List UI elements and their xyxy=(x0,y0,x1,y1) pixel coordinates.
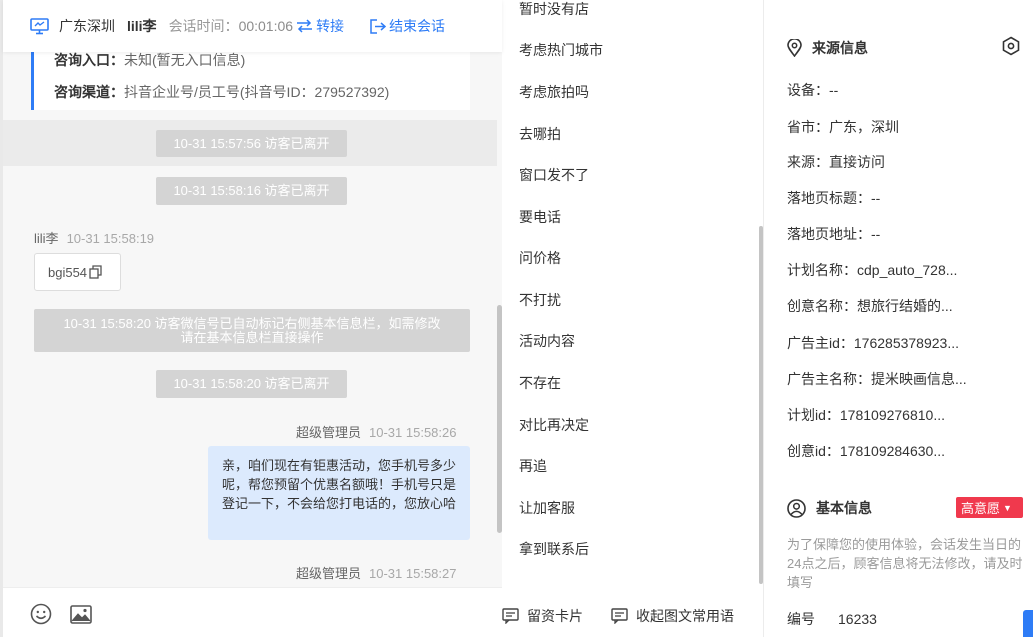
edit-deadline-notice: 为了保障您的使用体验，会话发生当日的24点之后，顾客信息将无法修改，请及时填写 xyxy=(787,537,1023,590)
phrase-scrollbar[interactable] xyxy=(759,226,763,584)
phrase-item[interactable]: 对比再决定 xyxy=(519,415,589,435)
visitor-message-time: 10-31 15:58:19 xyxy=(66,231,155,246)
consult-entry-value: 未知(暂无入口信息) xyxy=(124,52,246,68)
phrase-item[interactable]: 考虑旅拍吗 xyxy=(519,82,589,102)
agent-sender-line: 超级管理员 10-31 15:58:26 xyxy=(296,422,456,441)
creative-name: 创意名称：想旅行结婚的... xyxy=(787,298,953,314)
collapse-phrases-button[interactable]: 收起图文常用语 xyxy=(611,606,734,626)
system-message: 10-31 15:58:16 访客已离开 xyxy=(156,177,347,205)
transfer-button[interactable]: 转接 xyxy=(296,16,344,36)
location-pin-icon xyxy=(787,39,802,57)
user-circle-icon xyxy=(787,498,806,518)
phrase-item[interactable]: 不打扰 xyxy=(519,290,561,310)
copy-icon[interactable] xyxy=(89,265,103,279)
visitor-code-text: bgi554 xyxy=(48,264,88,280)
quick-phrase-panel: 暂时没有店 考虑热门城市 考虑旅拍吗 去哪拍 窗口发不了 要电话 问价格 不打扰… xyxy=(502,0,764,637)
phrase-item[interactable]: 考虑热门城市 xyxy=(519,40,603,60)
consult-entry-row: 咨询入口：未知(暂无入口信息) xyxy=(54,52,470,81)
session-timer-value: 00:01:06 xyxy=(238,18,294,34)
agent-sender-line: 超级管理员 10-31 15:58:27 xyxy=(296,563,456,582)
source-info-title-text: 来源信息 xyxy=(812,40,868,56)
transfer-label: 转接 xyxy=(316,18,345,34)
landing-page-url: 落地页地址：-- xyxy=(787,226,881,242)
message-list[interactable]: 咨询入口：未知(暂无入口信息) 咨询渠道：抖音企业号/员工号(抖音号ID：279… xyxy=(3,52,502,587)
phrase-item[interactable]: 去哪拍 xyxy=(519,124,561,144)
plan-name: 计划名称：cdp_auto_728... xyxy=(787,262,958,278)
visitor-name: lili李 xyxy=(127,18,157,34)
agent-sender-name: 超级管理员 xyxy=(296,425,362,440)
image-icon[interactable] xyxy=(70,604,92,626)
intent-level-dropdown[interactable]: 高意愿 ▼ xyxy=(956,497,1023,518)
source-info-title: 来源信息 xyxy=(787,38,868,58)
chat-workspace: 广东深圳 lili李 会话时间： 00:01:06 转接 结束会话 咨询入口：未… xyxy=(0,0,1033,637)
lead-card-label: 留资卡片 xyxy=(527,608,583,624)
system-wide-line-2: 请在基本信息栏直接操作 xyxy=(180,330,324,345)
message-icon xyxy=(611,608,628,624)
advertiser-id: 广告主id：176285378923... xyxy=(787,335,959,351)
phrase-item[interactable]: 窗口发不了 xyxy=(519,165,589,185)
system-message-wide: 10-31 15:58:20 访客微信号已自动标记右侧基本信息栏，如需修改 请在… xyxy=(34,309,470,352)
customer-number-value: 16233 xyxy=(838,611,877,627)
phrase-toolbar: 留资卡片 收起图文常用语 xyxy=(502,600,764,634)
session-timer-label: 会话时间： xyxy=(168,18,239,34)
phrase-item[interactable]: 问价格 xyxy=(519,248,561,268)
phrase-item[interactable]: 要电话 xyxy=(519,207,561,227)
landing-page-title: 落地页标题：-- xyxy=(787,190,881,206)
system-wide-line-1: 10-31 15:58:20 访客微信号已自动标记右侧基本信息栏，如需修改 xyxy=(63,316,441,331)
end-session-label: 结束会话 xyxy=(389,18,446,34)
chat-panel: 广东深圳 lili李 会话时间： 00:01:06 转接 结束会话 咨询入口：未… xyxy=(0,0,502,637)
agent-message-time: 10-31 15:58:27 xyxy=(369,566,457,581)
transfer-icon xyxy=(297,19,313,33)
visitor-sender-line: lili李 10-31 15:58:19 xyxy=(34,228,154,247)
visitor-sender-name: lili李 xyxy=(34,231,59,246)
settings-hex-icon[interactable] xyxy=(1001,36,1021,56)
consult-channel-value: 抖音企业号/员工号(抖音号ID：279527392) xyxy=(124,84,390,100)
phrase-item[interactable]: 再追 xyxy=(519,456,547,476)
source-origin: 来源：直接访问 xyxy=(787,154,885,170)
end-session-button[interactable]: 结束会话 xyxy=(370,16,445,36)
phrase-item[interactable]: 让加客服 xyxy=(519,498,575,518)
customer-number-row: 编号 16233 xyxy=(787,609,877,629)
phrase-item[interactable]: 暂时没有店 xyxy=(519,0,589,19)
advertiser-name: 广告主名称：提米映画信息... xyxy=(787,371,967,387)
plan-id: 计划id：178109276810... xyxy=(787,407,945,423)
phrase-item[interactable]: 拿到联系后 xyxy=(519,539,589,559)
visitor-info-panel: 来源信息 设备：-- 省市：广东，深圳 来源：直接访问 落地页标题：-- 落地页… xyxy=(765,0,1033,637)
agent-message-bubble[interactable]: 亲，咱们现在有钜惠活动，您手机号多少呢，帮您预留个优惠名额哦！手机号只是登记一下… xyxy=(208,446,470,540)
consult-entry-label: 咨询入口： xyxy=(54,52,124,68)
agent-sender-name: 超级管理员 xyxy=(296,566,362,581)
monitor-icon xyxy=(30,17,49,34)
source-device: 设备：-- xyxy=(787,82,839,98)
creative-id: 创意id：178109284630... xyxy=(787,443,945,459)
system-message: 10-31 15:58:20 访客已离开 xyxy=(156,370,347,398)
phrase-item[interactable]: 活动内容 xyxy=(519,331,575,351)
phrase-item[interactable]: 不存在 xyxy=(519,373,561,393)
lead-card-button[interactable]: 留资卡片 xyxy=(502,606,583,626)
system-message: 10-31 15:57:56 访客已离开 xyxy=(156,130,347,157)
consult-channel-label: 咨询渠道： xyxy=(54,84,124,100)
customer-number-label: 编号 xyxy=(787,611,815,627)
logout-icon xyxy=(370,18,387,34)
chat-toolbar xyxy=(3,587,502,637)
visitor-location: 广东深圳 xyxy=(59,18,115,34)
intent-level-value: 高意愿 xyxy=(961,501,1001,516)
card-icon xyxy=(502,608,519,624)
caret-down-icon: ▼ xyxy=(1003,502,1012,513)
basic-info-title-text: 基本信息 xyxy=(816,500,872,516)
consult-info-card: 咨询入口：未知(暂无入口信息) 咨询渠道：抖音企业号/员工号(抖音号ID：279… xyxy=(31,52,470,110)
visitor-message-bubble[interactable]: bgi554 xyxy=(34,253,121,291)
collapse-phrases-label: 收起图文常用语 xyxy=(636,608,734,624)
basic-info-title: 基本信息 xyxy=(787,498,872,518)
consult-channel-row: 咨询渠道：抖音企业号/员工号(抖音号ID：279527392) xyxy=(54,81,470,110)
chat-header: 广东深圳 lili李 会话时间： 00:01:06 转接 结束会话 xyxy=(3,0,502,52)
side-edge-tab[interactable] xyxy=(1023,610,1033,637)
agent-message-time: 10-31 15:58:26 xyxy=(369,425,457,440)
emoji-icon[interactable] xyxy=(30,603,52,625)
source-region: 省市：广东，深圳 xyxy=(787,119,899,135)
